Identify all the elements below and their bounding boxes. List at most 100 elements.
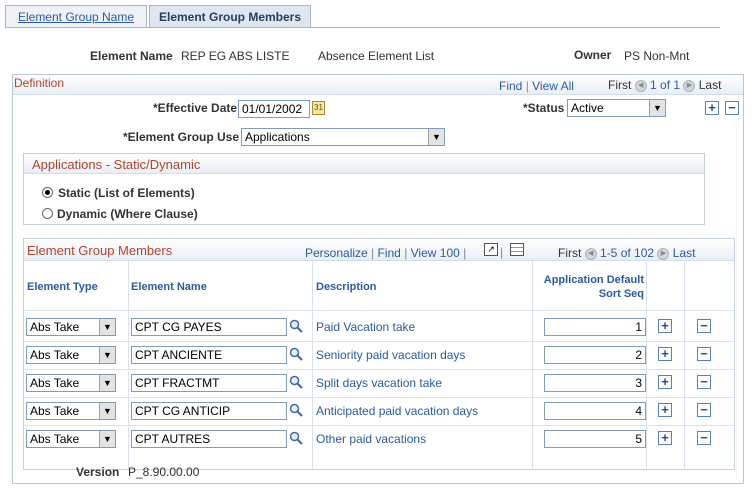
search-icon[interactable] — [289, 319, 303, 333]
delete-row-icon[interactable]: − — [697, 403, 711, 417]
description-text: Split days vacation take — [316, 376, 443, 390]
column-header-description: Description — [316, 281, 377, 293]
members-first-label: First — [558, 246, 582, 260]
search-icon[interactable] — [289, 375, 303, 389]
status-select[interactable]: Active ▼ — [567, 99, 666, 117]
static-dynamic-title: Applications - Static/Dynamic — [32, 157, 201, 172]
definition-find-link[interactable]: Find — [499, 79, 522, 93]
element-type-value: Abs Take — [30, 320, 80, 334]
element-type-select[interactable]: Abs Take ▼ — [26, 402, 116, 420]
definition-pager: First ◀ 1 of 1 ▶ Last — [608, 78, 721, 92]
delete-row-icon[interactable]: − — [697, 347, 711, 361]
row-divider — [24, 397, 734, 398]
tab-element-group-members[interactable]: Element Group Members — [149, 5, 311, 28]
element-type-value: Abs Take — [30, 432, 80, 446]
element-name-label: Element Name — [90, 49, 173, 63]
element-group-use-select[interactable]: Applications ▼ — [241, 128, 445, 146]
element-type-select[interactable]: Abs Take ▼ — [26, 318, 116, 336]
column-divider — [128, 261, 129, 469]
sort-seq-input[interactable] — [544, 346, 646, 364]
add-row-icon[interactable]: + — [705, 101, 719, 115]
previous-icon[interactable]: ◀ — [634, 79, 647, 92]
add-row-icon[interactable]: + — [658, 319, 672, 333]
description-text: Paid Vacation take — [316, 320, 416, 334]
members-find-link[interactable]: Find — [378, 246, 401, 260]
element-name-input[interactable] — [131, 346, 287, 364]
row-divider — [24, 369, 734, 370]
column-header-element-name: Element Name — [131, 281, 207, 293]
chevron-down-icon: ▼ — [99, 375, 115, 391]
add-row-icon[interactable]: + — [658, 431, 672, 445]
sort-seq-input[interactable] — [544, 318, 646, 336]
column-divider — [646, 261, 647, 469]
definition-view-all-link[interactable]: View All — [532, 79, 574, 93]
element-description: Absence Element List — [318, 49, 435, 63]
row-divider — [24, 341, 734, 342]
owner-label: Owner — [574, 48, 612, 62]
column-header-sort-seq-line2: Sort Seq — [598, 288, 644, 300]
members-last-link[interactable]: Last — [673, 246, 696, 260]
status-value: Active — [571, 101, 604, 115]
element-type-select[interactable]: Abs Take ▼ — [26, 430, 116, 448]
sort-seq-input[interactable] — [544, 374, 646, 392]
definition-last-label: Last — [698, 78, 722, 92]
chevron-down-icon: ▼ — [99, 319, 115, 335]
download-grid-icon[interactable] — [510, 243, 524, 256]
dynamic-radio[interactable] — [42, 208, 53, 219]
static-option-label: Static (List of Elements) — [58, 186, 195, 200]
search-icon[interactable] — [289, 431, 303, 445]
version-value: P_8.90.00.00 — [128, 465, 200, 479]
delete-row-icon[interactable]: − — [697, 431, 711, 445]
sort-seq-input[interactable] — [544, 402, 646, 420]
definition-nav: Find | View All — [499, 79, 574, 93]
element-group-use-value: Applications — [245, 130, 310, 144]
element-name-input[interactable] — [131, 430, 287, 448]
members-nav: Personalize | Find | View 100 | — [305, 246, 467, 260]
members-pager: First ◀ 1-5 of 102 ▶ Last — [558, 246, 695, 260]
definition-title: Definition — [14, 76, 65, 90]
add-row-icon[interactable]: + — [658, 347, 672, 361]
tab-divider — [5, 27, 720, 28]
calendar-icon[interactable]: 31 — [312, 101, 325, 115]
chevron-down-icon: ▼ — [99, 431, 115, 447]
delete-row-icon[interactable]: − — [697, 319, 711, 333]
description-text: Seniority paid vacation days — [316, 348, 466, 362]
delete-row-icon[interactable]: − — [725, 101, 739, 115]
header-divider — [24, 310, 734, 311]
personalize-link[interactable]: Personalize — [305, 246, 368, 260]
dynamic-option-label: Dynamic (Where Clause) — [57, 207, 198, 221]
next-icon[interactable]: ▶ — [657, 247, 670, 260]
version-label: Version — [76, 465, 120, 479]
element-name-input[interactable] — [131, 402, 287, 420]
delete-row-icon[interactable]: − — [697, 375, 711, 389]
element-name-input[interactable] — [131, 318, 287, 336]
element-type-select[interactable]: Abs Take ▼ — [26, 374, 116, 392]
column-divider — [312, 261, 313, 469]
column-divider — [532, 261, 533, 469]
description-text: Anticipated paid vacation days — [316, 404, 479, 418]
search-icon[interactable] — [289, 347, 303, 361]
next-icon[interactable]: ▶ — [683, 79, 696, 92]
add-row-icon[interactable]: + — [658, 375, 672, 389]
column-header-sort-seq-line1: Application Default — [543, 274, 644, 286]
status-label: *Status — [523, 101, 565, 115]
view-100-link[interactable]: View 100 — [411, 246, 460, 260]
tab-element-group-name[interactable]: Element Group Name — [5, 5, 147, 28]
effective-date-label: *Effective Date — [153, 101, 238, 115]
element-type-select[interactable]: Abs Take ▼ — [26, 346, 116, 364]
static-dynamic-section: Applications - Static/Dynamic Static (Li… — [23, 153, 705, 225]
element-name-value: REP EG ABS LISTE — [181, 49, 290, 63]
static-radio[interactable] — [42, 187, 53, 198]
chevron-down-icon: ▼ — [99, 403, 115, 419]
sort-seq-input[interactable] — [544, 430, 646, 448]
add-row-icon[interactable]: + — [658, 403, 672, 417]
element-type-value: Abs Take — [30, 376, 80, 390]
column-header-element-type: Element Type — [27, 281, 98, 293]
search-icon[interactable] — [289, 403, 303, 417]
new-window-icon[interactable]: ↗ — [484, 243, 498, 256]
effective-date-input[interactable] — [238, 100, 310, 118]
previous-icon[interactable]: ◀ — [584, 247, 597, 260]
element-name-input[interactable] — [131, 374, 287, 392]
column-header-sort-seq: Application Default Sort Seq — [536, 273, 644, 301]
members-title: Element Group Members — [27, 243, 173, 258]
